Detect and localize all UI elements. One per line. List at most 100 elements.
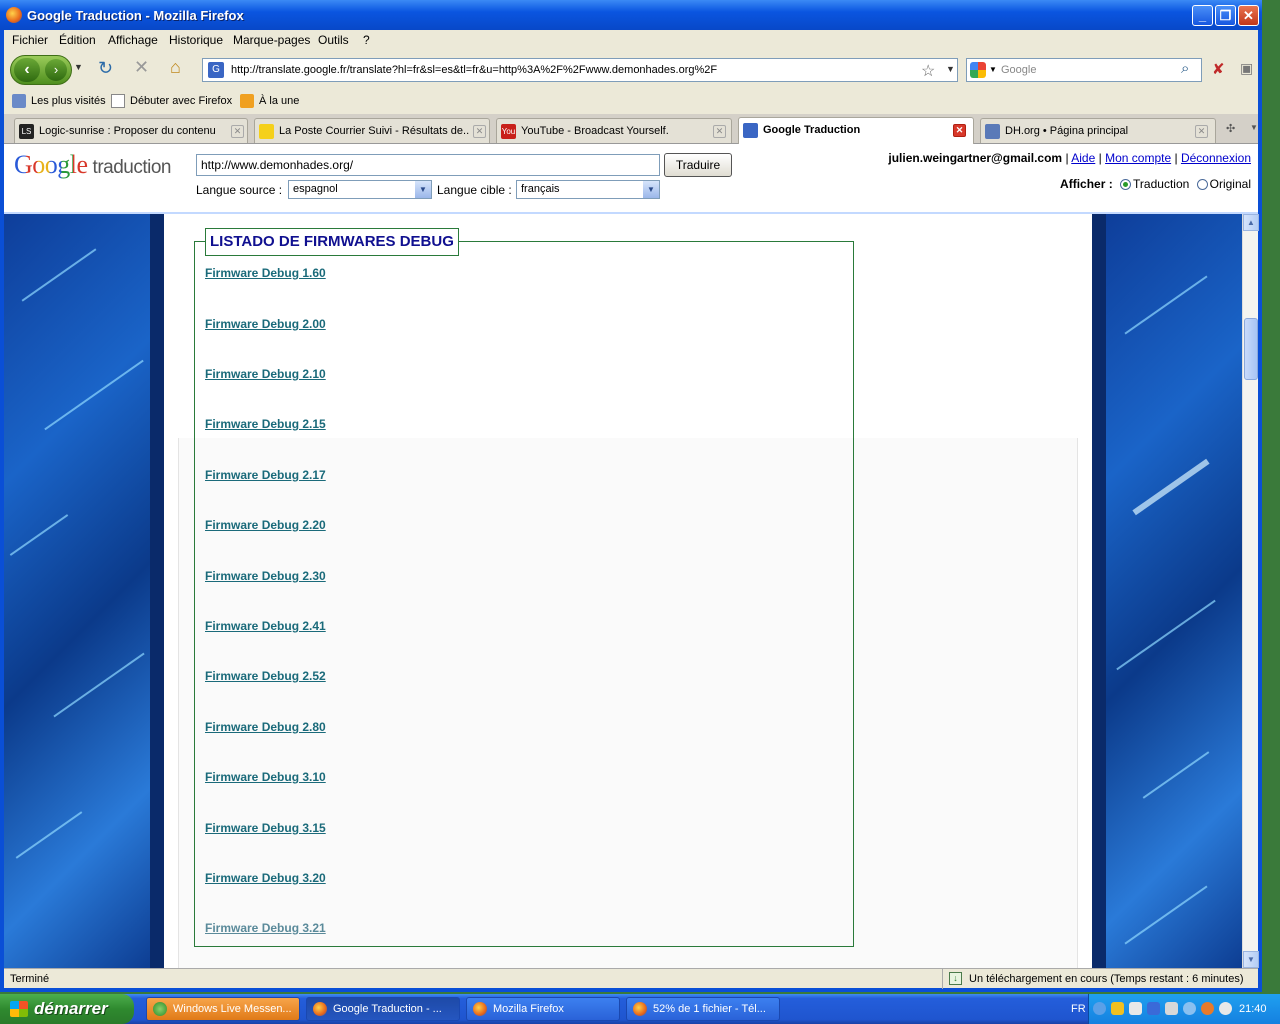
tray-app-icon[interactable] bbox=[1219, 1002, 1232, 1015]
task-mozilla-firefox[interactable]: Mozilla Firefox bbox=[466, 997, 620, 1021]
volume-icon[interactable] bbox=[1165, 1002, 1178, 1015]
vertical-scrollbar[interactable]: ▲ ▼ bbox=[1242, 214, 1259, 968]
firmware-list-title: LISTADO DE FIRMWARES DEBUG bbox=[205, 228, 459, 256]
firefox-tray-icon[interactable] bbox=[1201, 1002, 1214, 1015]
menu-help[interactable]: ? bbox=[363, 33, 370, 47]
download-status[interactable]: ↓ Un téléchargement en cours (Temps rest… bbox=[942, 969, 1252, 989]
search-engine-icon[interactable] bbox=[970, 62, 986, 78]
tab-la-poste[interactable]: La Poste Courrier Suivi - Résultats de..… bbox=[254, 118, 490, 143]
page-icon bbox=[111, 94, 125, 108]
search-icon[interactable]: ⌕ bbox=[1181, 60, 1189, 77]
help-link[interactable]: Aide bbox=[1071, 151, 1095, 165]
system-tray: FR 21:40 bbox=[1071, 994, 1280, 1024]
source-language-select[interactable]: espagnol ▼ bbox=[288, 180, 432, 199]
task-windows-live-messenger[interactable]: Windows Live Messen... bbox=[146, 997, 300, 1021]
bookmark-star-icon[interactable]: ☆ bbox=[921, 61, 935, 81]
url-dropdown-icon[interactable]: ▼ bbox=[946, 64, 955, 74]
task-google-traduction[interactable]: Google Traduction - ... bbox=[306, 997, 460, 1021]
url-bar[interactable]: G http://translate.google.fr/translate?h… bbox=[202, 58, 958, 82]
firmware-link[interactable]: Firmware Debug 2.30 bbox=[205, 569, 326, 583]
menu-historique[interactable]: Historique bbox=[169, 33, 223, 47]
logout-link[interactable]: Déconnexion bbox=[1181, 151, 1251, 165]
dh-org-favicon bbox=[985, 124, 1000, 139]
history-dropdown-icon[interactable]: ▼ bbox=[74, 62, 83, 72]
firmware-link[interactable]: Firmware Debug 2.10 bbox=[205, 367, 326, 381]
tray-expand-icon[interactable] bbox=[1093, 1002, 1106, 1015]
menu-edition[interactable]: Édition bbox=[59, 33, 96, 47]
translate-url-input[interactable] bbox=[196, 154, 660, 176]
tab-logic-sunrise[interactable]: LS Logic-sunrise : Proposer du contenu ✕ bbox=[14, 118, 248, 143]
tab-close-icon[interactable]: ✕ bbox=[953, 124, 966, 137]
security-icon[interactable] bbox=[1111, 1002, 1124, 1015]
sidebar-icon[interactable]: ▣ bbox=[1240, 60, 1253, 77]
firmware-link[interactable]: Firmware Debug 2.00 bbox=[205, 317, 326, 331]
maximize-button[interactable]: ❐ bbox=[1215, 5, 1236, 26]
addon-icon[interactable]: ✘ bbox=[1212, 60, 1225, 78]
status-bar: Terminé ↓ Un téléchargement en cours (Te… bbox=[4, 968, 1258, 989]
chevron-down-icon[interactable]: ▼ bbox=[415, 181, 431, 198]
menu-outils[interactable]: Outils bbox=[318, 33, 349, 47]
start-button[interactable]: démarrer bbox=[0, 994, 134, 1024]
tab-close-icon[interactable]: ✕ bbox=[1195, 125, 1208, 138]
engine-dropdown-icon[interactable]: ▼ bbox=[989, 65, 997, 74]
firmware-link[interactable]: Firmware Debug 2.52 bbox=[205, 669, 326, 683]
logic-sunrise-favicon: LS bbox=[19, 124, 34, 139]
messenger-tray-icon[interactable] bbox=[1183, 1002, 1196, 1015]
search-bar[interactable]: ▼ Google ⌕ bbox=[966, 58, 1202, 82]
original-radio[interactable] bbox=[1196, 179, 1208, 190]
site-identity-icon[interactable]: G bbox=[208, 62, 224, 78]
task-downloads[interactable]: 52% de 1 fichier - Tél... bbox=[626, 997, 780, 1021]
title-bar[interactable]: Google Traduction - Mozilla Firefox _ ❐ … bbox=[0, 0, 1262, 30]
download-icon[interactable]: ↓ bbox=[949, 972, 962, 985]
windows-logo-icon bbox=[10, 1001, 28, 1017]
tab-bar: LS Logic-sunrise : Proposer du contenu ✕… bbox=[4, 114, 1258, 144]
firmware-link[interactable]: Firmware Debug 1.60 bbox=[205, 266, 326, 280]
separator: | bbox=[1174, 151, 1178, 165]
scroll-up-icon[interactable]: ▲ bbox=[1243, 214, 1259, 231]
minimize-button[interactable]: _ bbox=[1192, 5, 1213, 26]
tab-list-icon[interactable]: ▼ bbox=[1250, 123, 1258, 132]
network-icon[interactable] bbox=[1147, 1002, 1160, 1015]
google-translate-logo[interactable]: Google traduction bbox=[14, 150, 172, 180]
tab-google-traduction[interactable]: Google Traduction ✕ bbox=[738, 117, 974, 144]
language-indicator[interactable]: FR bbox=[1071, 1003, 1086, 1015]
forward-button[interactable]: › bbox=[45, 59, 67, 81]
tab-youtube[interactable]: You YouTube - Broadcast Yourself. ✕ bbox=[496, 118, 732, 143]
firmware-link[interactable]: Firmware Debug 3.10 bbox=[205, 770, 326, 784]
tab-dh-org[interactable]: DH.org • Página principal ✕ bbox=[980, 118, 1216, 143]
close-button[interactable]: ✕ bbox=[1238, 5, 1259, 26]
menu-affichage[interactable]: Affichage bbox=[108, 33, 158, 47]
firmware-link[interactable]: Firmware Debug 3.20 bbox=[205, 871, 326, 885]
firmware-link[interactable]: Firmware Debug 2.15 bbox=[205, 417, 326, 431]
translate-button[interactable]: Traduire bbox=[664, 153, 732, 177]
scroll-down-icon[interactable]: ▼ bbox=[1243, 951, 1259, 968]
menu-fichier[interactable]: Fichier bbox=[12, 33, 48, 47]
tab-close-icon[interactable]: ✕ bbox=[713, 125, 726, 138]
target-language-select[interactable]: français ▼ bbox=[516, 180, 660, 199]
tab-scroll-icon[interactable]: ✣ bbox=[1226, 122, 1235, 135]
la-poste-favicon bbox=[259, 124, 274, 139]
firmware-link[interactable]: Firmware Debug 2.17 bbox=[205, 468, 326, 482]
translation-radio[interactable] bbox=[1120, 179, 1132, 190]
menu-marque-pages[interactable]: Marque-pages bbox=[233, 33, 310, 47]
task-label: Windows Live Messen... bbox=[173, 1003, 292, 1015]
chevron-down-icon[interactable]: ▼ bbox=[643, 181, 659, 198]
my-account-link[interactable]: Mon compte bbox=[1105, 151, 1171, 165]
firmware-link[interactable]: Firmware Debug 2.80 bbox=[205, 720, 326, 734]
tray-app-icon[interactable] bbox=[1129, 1002, 1142, 1015]
bookmark-headlines[interactable]: À la une bbox=[259, 95, 299, 107]
tab-close-icon[interactable]: ✕ bbox=[473, 125, 486, 138]
task-label: 52% de 1 fichier - Tél... bbox=[653, 1003, 766, 1015]
home-icon[interactable]: ⌂ bbox=[170, 57, 181, 78]
firmware-link[interactable]: Firmware Debug 2.41 bbox=[205, 619, 326, 633]
bookmark-most-visited[interactable]: Les plus visités bbox=[31, 95, 106, 107]
firmware-link[interactable]: Firmware Debug 3.15 bbox=[205, 821, 326, 835]
firmware-link[interactable]: Firmware Debug 3.21 bbox=[205, 921, 326, 935]
back-button[interactable]: ‹ bbox=[14, 58, 40, 82]
reload-icon[interactable]: ↻ bbox=[98, 58, 113, 79]
tab-close-icon[interactable]: ✕ bbox=[231, 125, 244, 138]
bookmark-getting-started[interactable]: Débuter avec Firefox bbox=[130, 95, 232, 107]
stop-icon[interactable]: ✕ bbox=[134, 57, 149, 78]
scroll-thumb[interactable] bbox=[1244, 318, 1258, 380]
firmware-link[interactable]: Firmware Debug 2.20 bbox=[205, 518, 326, 532]
